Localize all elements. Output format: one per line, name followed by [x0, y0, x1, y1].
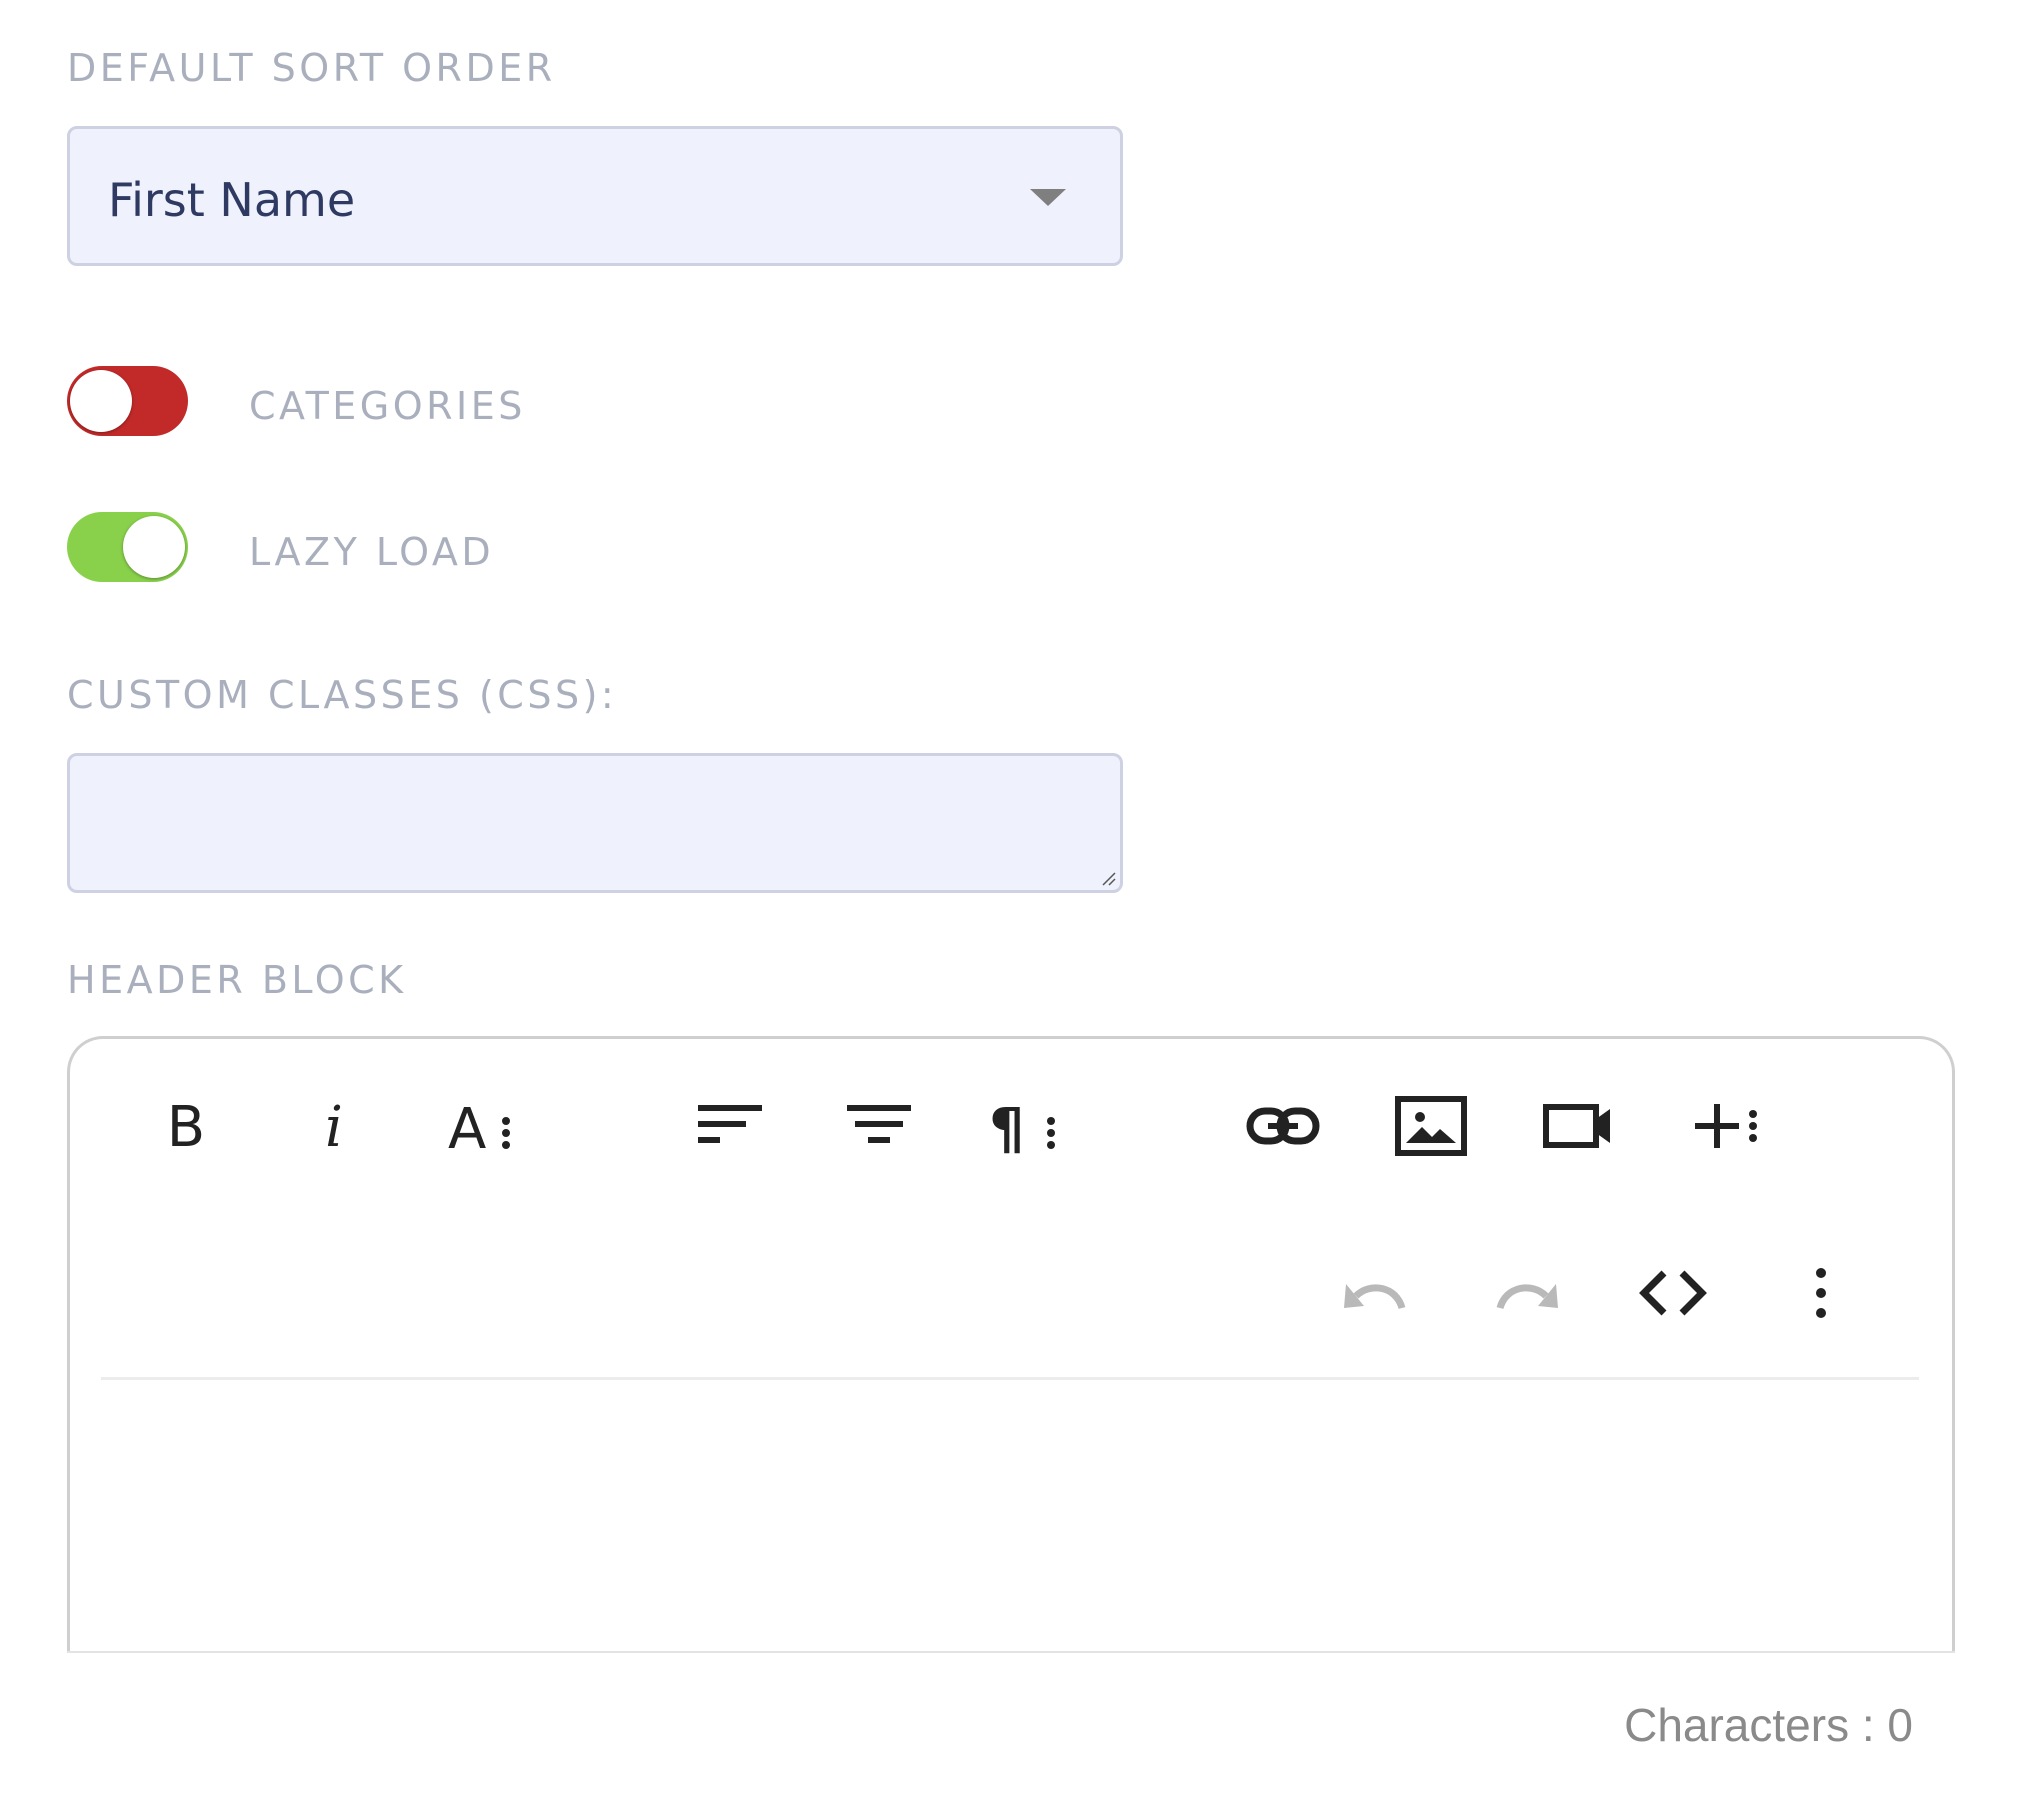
- align-left-button[interactable]: [691, 1086, 771, 1166]
- link-button[interactable]: [1243, 1086, 1323, 1166]
- editor-bottom-border: [67, 1651, 1955, 1653]
- svg-text:i: i: [325, 1096, 343, 1156]
- lazy-load-toggle[interactable]: [67, 512, 188, 582]
- character-count: Characters : 0: [1624, 1699, 1913, 1751]
- italic-button[interactable]: i: [294, 1086, 374, 1166]
- undo-button[interactable]: [1337, 1253, 1417, 1333]
- align-center-icon: [847, 1105, 911, 1143]
- svg-text:A: A: [448, 1097, 486, 1156]
- italic-icon: i: [325, 1096, 343, 1156]
- redo-button[interactable]: [1485, 1253, 1565, 1333]
- video-icon: [1543, 1104, 1610, 1148]
- resize-grip-icon[interactable]: [1100, 870, 1116, 886]
- redo-icon: [1496, 1284, 1558, 1310]
- image-button[interactable]: [1391, 1086, 1471, 1166]
- undo-icon: [1344, 1284, 1406, 1310]
- toggle-knob: [70, 370, 132, 432]
- video-button[interactable]: [1539, 1086, 1619, 1166]
- more-options-button[interactable]: [1781, 1253, 1861, 1333]
- sort-order-value: First Name: [108, 173, 356, 227]
- paragraph-button[interactable]: ¶: [987, 1086, 1067, 1166]
- lazy-load-label: LAZY LOAD: [249, 530, 495, 574]
- bold-icon: B: [167, 1096, 205, 1156]
- custom-classes-textarea[interactable]: [67, 753, 1123, 893]
- image-icon: [1395, 1096, 1467, 1156]
- header-block-label: HEADER BLOCK: [67, 958, 407, 1002]
- custom-classes-label: CUSTOM CLASSES (CSS):: [67, 673, 618, 717]
- insert-more-button[interactable]: [1687, 1086, 1767, 1166]
- align-left-icon: [698, 1105, 762, 1143]
- more-vertical-icon: [1816, 1268, 1826, 1318]
- svg-text:¶: ¶: [989, 1097, 1025, 1156]
- link-icon: [1246, 1107, 1320, 1145]
- font-size-button[interactable]: A: [444, 1086, 524, 1166]
- categories-label: CATEGORIES: [249, 384, 526, 428]
- insert-more-icon: [1695, 1104, 1757, 1148]
- chevron-down-icon: [1030, 189, 1066, 206]
- align-center-button[interactable]: [839, 1086, 919, 1166]
- categories-toggle[interactable]: [67, 366, 188, 436]
- sort-order-select[interactable]: First Name: [67, 126, 1123, 266]
- paragraph-more-icon: ¶: [989, 1097, 1055, 1156]
- code-view-button[interactable]: [1633, 1253, 1713, 1333]
- toolbar-divider: [101, 1377, 1919, 1380]
- toggle-knob: [123, 516, 185, 578]
- code-view-icon: [1639, 1270, 1707, 1316]
- sort-order-label: DEFAULT SORT ORDER: [67, 46, 556, 90]
- svg-text:B: B: [167, 1096, 205, 1156]
- bold-button[interactable]: B: [146, 1086, 226, 1166]
- font-size-more-icon: A: [448, 1097, 510, 1156]
